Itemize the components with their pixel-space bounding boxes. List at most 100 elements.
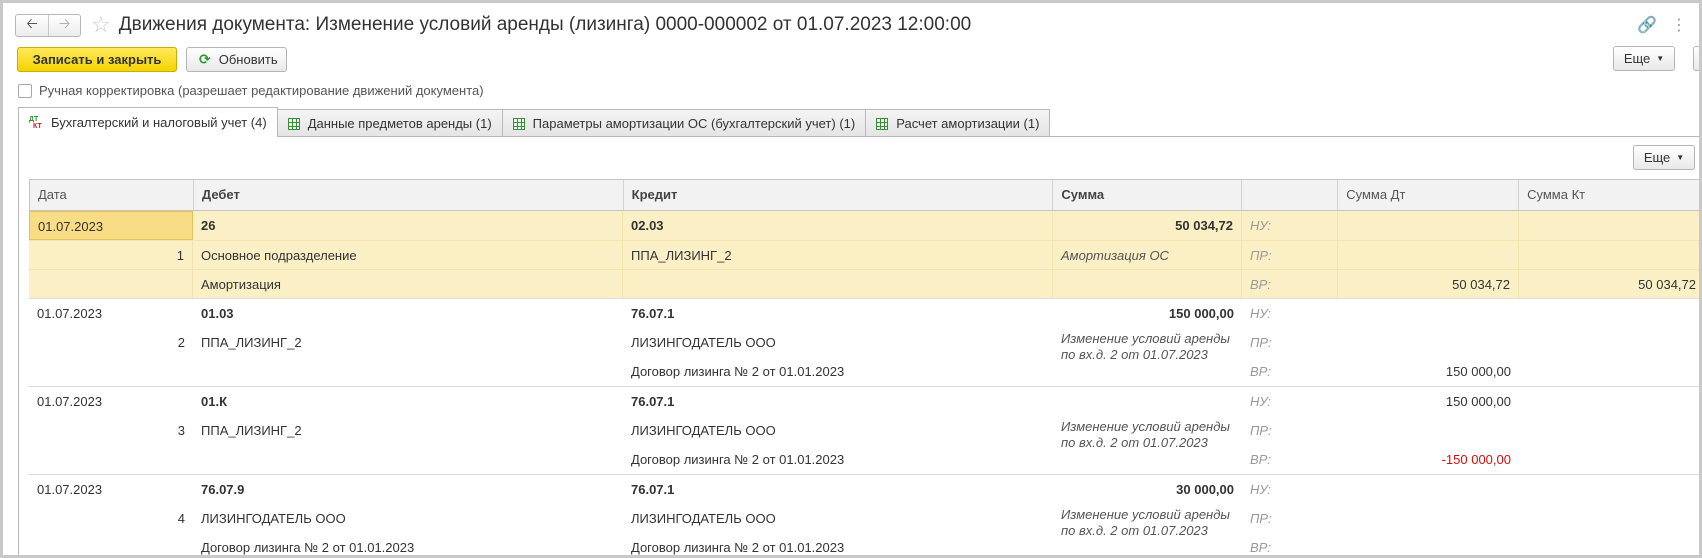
link-icon[interactable]: 🔗 — [1637, 15, 1657, 35]
cell-date[interactable]: 01.07.2023 — [29, 387, 193, 416]
column-credit[interactable]: Кредит — [624, 180, 1054, 210]
cell-dt-vr[interactable]: 50 034,72 — [1338, 269, 1519, 298]
column-debit[interactable]: Дебет — [194, 180, 624, 210]
cell-label-pr: ПР: — [1250, 335, 1272, 350]
cell-debit-subconto1[interactable]: ППА_ЛИЗИНГ_2 — [193, 416, 623, 445]
table-row[interactable]: 01.07.2023 01.К 76.07.1 НУ: 150 000,00 3… — [29, 387, 1699, 475]
tab-label: Бухгалтерский и налоговый учет (4) — [51, 115, 267, 130]
cell-debit-subconto2[interactable] — [193, 445, 623, 474]
cell-label-vr: ВР: — [1250, 364, 1271, 379]
cell-credit-account[interactable]: 76.07.1 — [623, 387, 1053, 416]
back-arrow-icon[interactable]: 🡠 — [16, 15, 48, 36]
cell-debit-subconto1[interactable]: Основное подразделение — [193, 240, 623, 269]
cell-kt-pr[interactable] — [1519, 328, 1699, 357]
table-icon — [512, 117, 525, 130]
cell-kt-nu[interactable] — [1519, 299, 1699, 328]
table-row[interactable]: 01.07.2023 76.07.9 76.07.1 30 000,00 НУ:… — [29, 475, 1699, 555]
cell-dt-vr[interactable]: 150 000,00 — [1338, 357, 1519, 386]
column-amount-dt[interactable]: Сумма Дт — [1338, 180, 1520, 210]
cell-dt-pr[interactable] — [1338, 504, 1519, 533]
more-actions-button[interactable]: Еще ▼ — [1613, 46, 1675, 71]
cell-date[interactable]: 01.07.2023 — [29, 475, 193, 504]
cell-credit-subconto2[interactable]: Договор лизинга № 2 от 01.01.2023 — [623, 533, 1053, 555]
column-amount[interactable]: Сумма — [1053, 180, 1243, 210]
more-label: Еще — [1643, 150, 1671, 165]
refresh-label: Обновить — [218, 51, 278, 67]
cell-credit-subconto1[interactable]: ЛИЗИНГОДАТЕЛЬ ООО — [623, 504, 1053, 533]
entries-table: Дата Дебет Кредит Сумма Сумма Дт Сумма К… — [29, 179, 1699, 555]
cell-kt-pr[interactable] — [1519, 416, 1699, 445]
cell-kt-pr[interactable] — [1519, 504, 1699, 533]
cell-debit-account[interactable]: 26 — [193, 211, 623, 240]
favorite-star-icon[interactable]: ☆ — [91, 14, 111, 36]
cell-kt-nu[interactable] — [1519, 475, 1699, 504]
cell-credit-account[interactable]: 76.07.1 — [623, 299, 1053, 328]
tab-depreciation-calc[interactable]: Расчет амортизации (1) — [865, 109, 1051, 137]
cell-dt-pr[interactable] — [1338, 240, 1519, 269]
save-and-close-button[interactable]: Записать и закрыть — [17, 46, 177, 72]
more-label: Еще — [1623, 51, 1651, 66]
cell-kt-nu[interactable] — [1519, 211, 1699, 240]
cell-credit-account[interactable]: 02.03 — [623, 211, 1053, 240]
cell-credit-account[interactable]: 76.07.1 — [623, 475, 1053, 504]
table-header: Дата Дебет Кредит Сумма Сумма Дт Сумма К… — [29, 179, 1699, 211]
tab-accounting[interactable]: ДТ КТ Бухгалтерский и налоговый учет (4) — [18, 107, 278, 137]
table-row[interactable]: 01.07.2023 01.03 76.07.1 150 000,00 НУ: … — [29, 299, 1699, 387]
table-more-button[interactable]: Еще ▼ — [1633, 145, 1695, 170]
cell-date[interactable]: 01.07.2023 — [29, 299, 193, 328]
cell-content[interactable]: Изменение условий аренды по вх.д. 2 от 0… — [1053, 324, 1242, 363]
cell-kt-vr[interactable] — [1519, 533, 1699, 555]
tab-label: Данные предметов аренды (1) — [307, 116, 492, 131]
cell-credit-subconto1[interactable]: ППА_ЛИЗИНГ_2 — [623, 240, 1053, 269]
cell-kt-vr[interactable] — [1519, 445, 1699, 474]
cell-credit-subconto1[interactable]: ЛИЗИНГОДАТЕЛЬ ООО — [623, 328, 1053, 357]
table-row[interactable]: 01.07.2023 26 02.03 50 034,72 НУ: 1 Осно… — [29, 211, 1699, 299]
cell-label-vr: ВР: — [1242, 269, 1338, 298]
cell-debit-subconto2[interactable]: Амортизация — [193, 269, 623, 298]
column-date[interactable]: Дата — [30, 180, 194, 210]
cell-dt-pr[interactable] — [1338, 416, 1519, 445]
cell-credit-subconto1[interactable]: ЛИЗИНГОДАТЕЛЬ ООО — [623, 416, 1053, 445]
cell-kt-vr[interactable] — [1519, 357, 1699, 386]
cell-content[interactable]: Изменение условий аренды по вх.д. 2 от 0… — [1053, 500, 1242, 539]
cell-content[interactable]: Амортизация ОС — [1053, 240, 1242, 269]
manual-edit-checkbox[interactable] — [18, 83, 32, 98]
side-panel-toggle[interactable] — [1693, 46, 1699, 71]
cell-dt-nu[interactable] — [1338, 475, 1519, 504]
cell-debit-subconto1[interactable]: ЛИЗИНГОДАТЕЛЬ ООО — [193, 504, 623, 533]
cell-dt-nu[interactable]: 150 000,00 — [1338, 387, 1519, 416]
refresh-button[interactable]: ⟳ Обновить — [186, 46, 287, 72]
more-menu-icon[interactable]: ⋮ — [1671, 15, 1687, 35]
cell-credit-subconto2[interactable]: Договор лизинга № 2 от 01.01.2023 — [623, 357, 1053, 386]
cell-debit-account[interactable]: 01.03 — [193, 299, 623, 328]
cell-dt-pr[interactable] — [1338, 328, 1519, 357]
cell-credit-subconto2[interactable] — [623, 269, 1053, 298]
cell-kt-vr[interactable]: 50 034,72 — [1519, 269, 1699, 298]
cell-date[interactable]: 01.07.2023 — [29, 211, 193, 240]
cell-amount[interactable]: 50 034,72 — [1053, 211, 1242, 240]
cell-debit-subconto2[interactable]: Договор лизинга № 2 от 01.01.2023 — [193, 533, 623, 555]
cell-label-nu: НУ: — [1250, 306, 1272, 321]
cell-dt-nu[interactable] — [1338, 299, 1519, 328]
table-icon — [287, 117, 300, 130]
tab-depreciation-params[interactable]: Параметры амортизации ОС (бухгалтерский … — [501, 109, 867, 137]
cell-kt-nu[interactable] — [1519, 387, 1699, 416]
cell-content[interactable]: Изменение условий аренды по вх.д. 2 от 0… — [1053, 412, 1242, 451]
cell-label-pr: ПР: — [1250, 511, 1272, 526]
cell-dt-vr[interactable]: -150 000,00 — [1338, 445, 1519, 474]
cell-debit-subconto1[interactable]: ППА_ЛИЗИНГ_2 — [193, 328, 623, 357]
column-amount-kt[interactable]: Сумма Кт — [1519, 180, 1699, 210]
cell-row-number: 2 — [177, 335, 185, 350]
cell-debit-subconto2[interactable] — [193, 357, 623, 386]
cell-dt-nu[interactable] — [1338, 211, 1519, 240]
cell-debit-account[interactable]: 01.К — [193, 387, 623, 416]
forward-arrow-icon[interactable]: 🡢 — [48, 14, 80, 36]
column-type[interactable] — [1242, 180, 1339, 210]
tab-lease-items[interactable]: Данные предметов аренды (1) — [276, 109, 503, 137]
dropdown-arrow-icon: ▼ — [1656, 54, 1665, 63]
cell-kt-pr[interactable] — [1519, 240, 1699, 269]
cell-dt-vr[interactable] — [1338, 533, 1519, 555]
cell-credit-subconto2[interactable]: Договор лизинга № 2 от 01.01.2023 — [623, 445, 1053, 474]
manual-edit-option[interactable]: Ручная корректировка (разрешает редактир… — [18, 83, 484, 98]
cell-debit-account[interactable]: 76.07.9 — [193, 475, 623, 504]
